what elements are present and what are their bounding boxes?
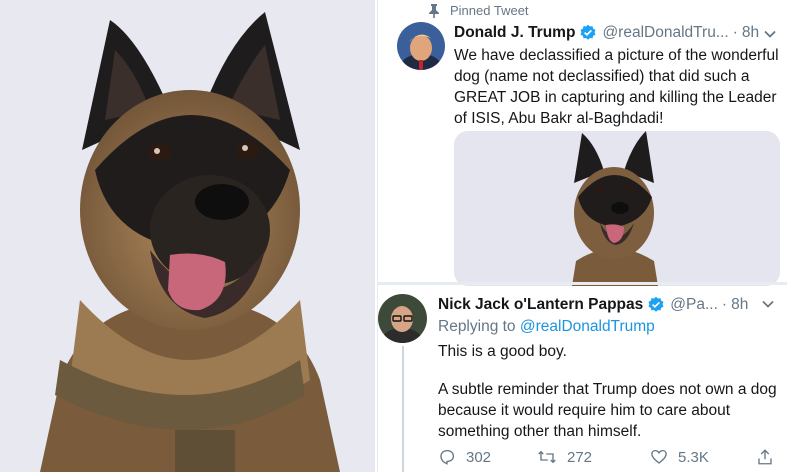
separator-dot: · — [732, 24, 738, 41]
avatar[interactable] — [378, 294, 427, 343]
chevron-down-icon[interactable] — [761, 297, 775, 311]
chevron-down-icon[interactable] — [763, 27, 777, 41]
reply-icon — [440, 449, 455, 465]
retweet-icon — [538, 450, 556, 464]
reply-count: 302 — [466, 448, 492, 466]
pappas-avatar-image — [378, 294, 427, 343]
share-icon — [758, 449, 772, 465]
replying-to-label: Replying to — [438, 318, 516, 335]
pinned-tweet-text: Pinned Tweet — [450, 3, 529, 18]
separator-dot: · — [721, 296, 728, 313]
retweet-button[interactable]: 272 — [537, 448, 592, 466]
thread-line — [402, 346, 404, 472]
tweet1-text: We have declassified a picture of the wo… — [454, 47, 779, 127]
author-name[interactable]: Nick Jack o'Lantern Pappas — [438, 296, 643, 314]
pinned-tweet-label: Pinned Tweet — [428, 3, 529, 18]
timestamp[interactable]: 8h — [742, 24, 759, 42]
tweet-column: Pinned Tweet Donald J. Trump @realDonald… — [377, 0, 787, 472]
author-handle[interactable]: @realDonaldTru... — [602, 24, 728, 42]
reply-button[interactable]: 302 — [438, 448, 491, 466]
verified-badge-icon — [648, 296, 664, 312]
pin-icon — [429, 3, 439, 18]
retweet-count: 272 — [567, 448, 593, 466]
avatar[interactable] — [397, 22, 445, 70]
tweet2-text-paragraph-1: This is a good boy. — [438, 343, 567, 360]
tweet1-header: Donald J. Trump @realDonaldTru... · 8h — [454, 24, 759, 42]
dog-illustration — [40, 12, 340, 472]
trump-avatar-image — [397, 22, 445, 70]
replying-to-mention[interactable]: @realDonaldTrump — [520, 318, 655, 335]
tweet-media-image[interactable] — [454, 131, 780, 286]
share-button[interactable] — [756, 448, 774, 466]
tweet2-text-paragraph-2: A subtle reminder that Trump does not ow… — [438, 381, 777, 440]
dog-photo — [0, 0, 375, 472]
tweet2-header: Nick Jack o'Lantern Pappas @Pa... · 8h — [438, 296, 748, 314]
like-count: 5.3K — [678, 448, 709, 466]
tweet-actions: 302 272 5.3K — [438, 448, 783, 470]
verified-badge-icon — [580, 24, 596, 40]
replying-to: Replying to @realDonaldTrump — [438, 318, 655, 336]
author-name[interactable]: Donald J. Trump — [454, 24, 575, 42]
author-handle[interactable]: @Pa... — [670, 296, 718, 314]
like-icon — [651, 449, 667, 464]
like-button[interactable]: 5.3K — [650, 448, 709, 466]
dog-thumbnail — [454, 131, 780, 286]
timestamp[interactable]: 8h — [731, 296, 748, 314]
tweet-separator — [378, 282, 787, 285]
